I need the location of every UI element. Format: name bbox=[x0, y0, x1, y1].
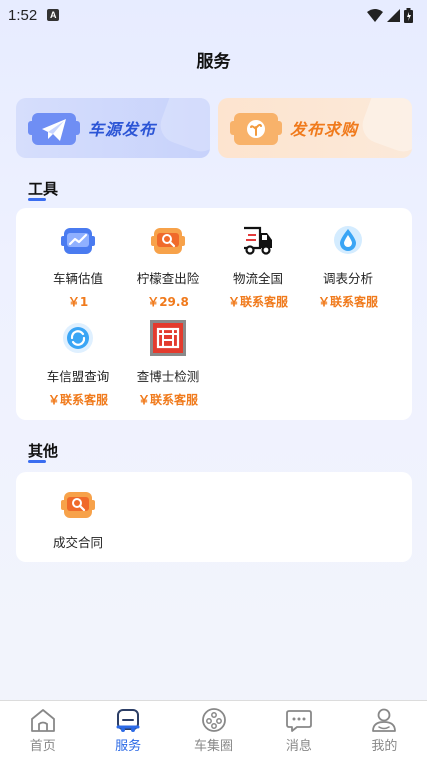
signal-icon bbox=[387, 8, 400, 22]
publish-request-button[interactable]: 发布求购 bbox=[218, 98, 412, 158]
tool-label: 调表分析 bbox=[322, 271, 373, 286]
nav-item-mine[interactable]: 我的 bbox=[342, 701, 427, 760]
chat-bubble-icon bbox=[286, 710, 312, 732]
paper-plane-icon bbox=[28, 113, 80, 145]
tool-price: ￥联系客服 bbox=[47, 393, 108, 407]
battery-icon bbox=[404, 7, 413, 23]
bottom-navigation: 首页 服务 车集圈 消息 我的 bbox=[0, 700, 427, 760]
nav-label: 首页 bbox=[29, 739, 56, 754]
car-search-icon bbox=[61, 492, 95, 518]
tools-card: 车辆估值 ￥1 柠檬查出险 ￥29.8 物流全国 ￥联系客服 调表分析 ￥联系客… bbox=[16, 208, 412, 420]
tool-car-valuation[interactable]: 车辆估值 ￥1 bbox=[33, 222, 123, 310]
tool-price: ￥联系客服 bbox=[137, 393, 198, 407]
tool-label: 车信盟查询 bbox=[46, 369, 110, 384]
section-underline bbox=[28, 460, 46, 463]
status-time: 1:52 bbox=[8, 6, 38, 24]
tool-national-logistics[interactable]: 物流全国 ￥联系客服 bbox=[213, 222, 303, 310]
tool-price: ￥1 bbox=[67, 295, 89, 309]
banner-label: 车源发布 bbox=[88, 120, 157, 139]
publish-vehicle-button[interactable]: 车源发布 bbox=[16, 98, 210, 158]
nav-label: 车集圈 bbox=[194, 739, 234, 754]
tool-price: ￥联系客服 bbox=[317, 295, 378, 309]
circle-dots-icon bbox=[201, 708, 226, 732]
nav-item-service[interactable]: 服务 bbox=[85, 701, 170, 760]
other-section-title: 其他 bbox=[28, 440, 59, 463]
tool-odometer-analysis[interactable]: 调表分析 ￥联系客服 bbox=[303, 222, 393, 310]
tool-chaboshi-inspection[interactable]: 查博士检测 ￥联系客服 bbox=[123, 320, 213, 408]
tools-section-title: 工具 bbox=[28, 178, 59, 201]
tool-label: 柠檬查出险 bbox=[136, 271, 200, 286]
tool-chexinmeng-query[interactable]: 车信盟查询 ￥联系客服 bbox=[33, 320, 123, 408]
nav-item-messages[interactable]: 消息 bbox=[256, 701, 341, 760]
nav-label: 服务 bbox=[115, 739, 142, 754]
section-title-text: 工具 bbox=[28, 180, 59, 198]
tool-deal-contract[interactable]: 成交合同 bbox=[33, 486, 123, 551]
tool-price: ￥联系客服 bbox=[227, 295, 288, 309]
tool-label: 物流全国 bbox=[232, 271, 283, 286]
other-card: 成交合同 bbox=[16, 472, 412, 562]
droplet-icon bbox=[334, 226, 362, 254]
person-icon bbox=[372, 708, 397, 732]
home-icon bbox=[30, 709, 55, 732]
car-search-icon bbox=[151, 228, 185, 254]
tool-price: ￥29.8 bbox=[147, 295, 189, 309]
tool-label: 查博士检测 bbox=[136, 369, 200, 384]
section-underline bbox=[28, 198, 46, 201]
section-title-text: 其他 bbox=[28, 442, 59, 460]
sprout-icon bbox=[230, 113, 282, 145]
car-service-icon bbox=[116, 709, 140, 732]
tool-lemon-insurance-check[interactable]: 柠檬查出险 ￥29.8 bbox=[123, 222, 213, 310]
wifi-icon bbox=[367, 8, 383, 22]
banner-decoration bbox=[155, 98, 210, 157]
refresh-circle-icon bbox=[63, 323, 93, 353]
nav-label: 消息 bbox=[285, 739, 312, 754]
banner-decoration bbox=[357, 98, 412, 157]
tool-label: 车辆估值 bbox=[52, 271, 103, 286]
page-title: 服务 bbox=[196, 52, 231, 72]
banner-label: 发布求购 bbox=[290, 120, 359, 139]
chaboshi-logo-icon bbox=[150, 320, 186, 356]
nav-label: 我的 bbox=[371, 739, 398, 754]
car-valuation-icon bbox=[61, 228, 95, 254]
nav-item-car-circle[interactable]: 车集圈 bbox=[171, 701, 256, 760]
tool-label: 成交合同 bbox=[52, 535, 103, 550]
nav-item-home[interactable]: 首页 bbox=[0, 701, 85, 760]
truck-icon bbox=[244, 226, 272, 255]
notification-icon: A bbox=[47, 9, 60, 21]
status-bar: 1:52 A bbox=[0, 0, 427, 30]
